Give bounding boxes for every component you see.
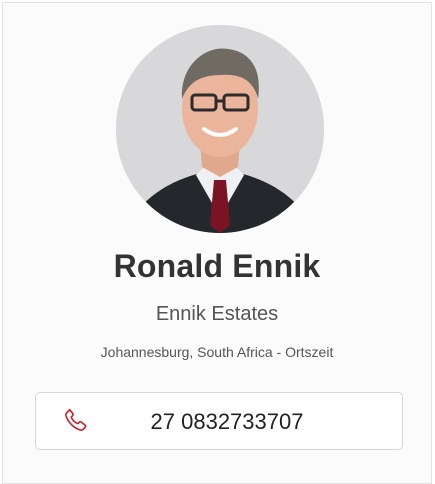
location-text: Johannesburg, South Africa - Ortszeit [100,344,334,360]
profile-card: Ronald Ennik Ennik Estates Johannesburg,… [2,2,432,484]
phone-number: 27 0832733707 [150,409,304,434]
company-name: Ennik Estates [155,303,279,325]
avatar-photo [116,25,324,233]
phone-button[interactable]: 27 0832733707 [35,392,403,450]
profile-name: Ronald Ennik [113,248,321,284]
avatar [116,25,324,233]
